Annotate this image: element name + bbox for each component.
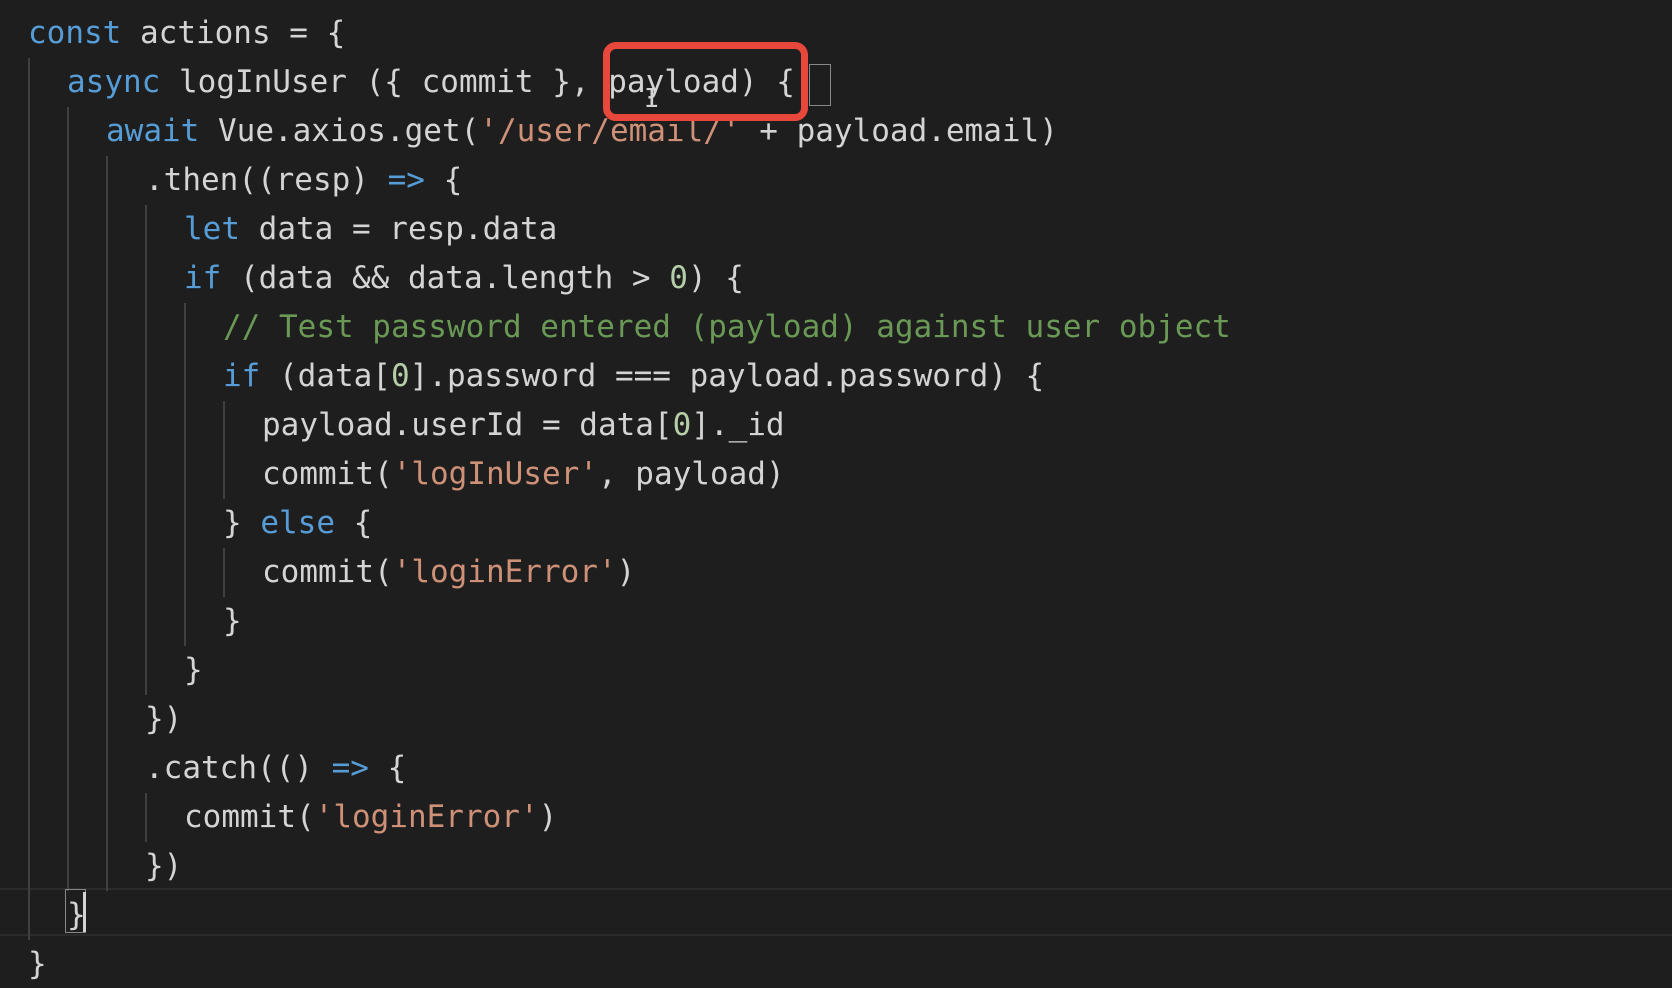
current-line-highlight xyxy=(0,888,1672,936)
indent-guide xyxy=(28,58,30,940)
code-token: }) xyxy=(145,701,183,737)
code-line[interactable]: if (data && data.length > 0) { xyxy=(184,254,744,303)
code-token: { xyxy=(368,750,407,786)
code-token: Vue.axios.get( xyxy=(199,113,480,149)
code-token: ) { xyxy=(687,260,744,296)
code-line[interactable]: const actions = { xyxy=(28,9,345,58)
code-line[interactable]: }) xyxy=(145,842,182,891)
code-token: payload.userId = data[ xyxy=(262,407,673,443)
code-token: async xyxy=(67,64,161,100)
indent-guide xyxy=(184,303,186,646)
indent-guide xyxy=(106,156,108,891)
code-token: const xyxy=(28,15,122,51)
code-line[interactable]: .then((resp) => { xyxy=(145,156,462,205)
code-line[interactable]: commit('loginError') xyxy=(184,793,557,842)
code-line[interactable]: commit('logInUser', payload) xyxy=(262,450,785,499)
code-line[interactable]: payload.userId = data[0]._id xyxy=(262,401,785,450)
code-line[interactable]: } xyxy=(223,597,242,646)
code-editor[interactable]: const actions = {async logInUser ({ comm… xyxy=(0,0,1672,988)
code-token: ) xyxy=(616,554,636,590)
indent-guide xyxy=(223,401,225,499)
code-token: actions = { xyxy=(121,15,346,51)
code-token: } xyxy=(184,652,203,688)
code-token: , payload) xyxy=(597,456,785,492)
bracket-match-highlight xyxy=(809,64,831,106)
code-line[interactable]: }) xyxy=(145,695,182,744)
code-token: data = resp.data xyxy=(240,211,558,247)
code-token: else xyxy=(260,505,335,541)
code-token: .catch(() xyxy=(145,750,332,786)
code-token: await xyxy=(106,113,200,149)
code-token: => xyxy=(331,750,369,786)
code-token: let xyxy=(184,211,240,247)
code-token: if xyxy=(184,260,222,296)
code-token: 'loginError' xyxy=(392,554,617,590)
code-line[interactable]: let data = resp.data xyxy=(184,205,557,254)
code-line[interactable]: // Test password entered (payload) again… xyxy=(223,303,1231,352)
code-line[interactable]: .catch(() => { xyxy=(145,744,406,793)
code-token: ].password === payload.password) { xyxy=(409,358,1045,394)
indent-guide xyxy=(145,205,147,695)
code-line[interactable]: await Vue.axios.get('/user/email/' + pay… xyxy=(106,107,1058,156)
code-token: 0 xyxy=(390,358,410,394)
code-token: // Test password entered (payload) again… xyxy=(223,309,1231,345)
code-token: ) xyxy=(538,799,558,835)
code-token: commit( xyxy=(184,799,315,835)
code-token: 'logInUser' xyxy=(392,456,598,492)
indent-guide xyxy=(223,548,225,597)
code-token: ]._id xyxy=(691,407,785,443)
code-token: if xyxy=(223,358,261,394)
code-line[interactable]: commit('loginError') xyxy=(262,548,635,597)
indent-guide xyxy=(145,793,147,842)
code-line[interactable]: } xyxy=(28,940,47,988)
text-cursor xyxy=(83,892,86,932)
code-token: } xyxy=(28,946,47,982)
indent-guide xyxy=(67,107,69,891)
code-token: (data[ xyxy=(260,358,391,394)
code-token: commit( xyxy=(262,554,393,590)
payload-annotation-box xyxy=(603,42,808,121)
code-token: => xyxy=(387,162,425,198)
code-token: commit( xyxy=(262,456,393,492)
code-line[interactable]: } else { xyxy=(223,499,372,548)
code-token: (data && data.length > xyxy=(221,260,670,296)
code-line[interactable]: if (data[0].password === payload.passwor… xyxy=(223,352,1044,401)
code-token: { xyxy=(424,162,463,198)
code-token: 0 xyxy=(672,407,692,443)
code-token: 0 xyxy=(669,260,688,296)
code-token: { xyxy=(334,505,373,541)
code-token: } xyxy=(223,505,261,541)
code-token: }) xyxy=(145,848,183,884)
code-token: } xyxy=(223,603,242,639)
code-token: 'loginError' xyxy=(314,799,539,835)
code-token: .then((resp) xyxy=(145,162,388,198)
code-line[interactable]: } xyxy=(184,646,203,695)
